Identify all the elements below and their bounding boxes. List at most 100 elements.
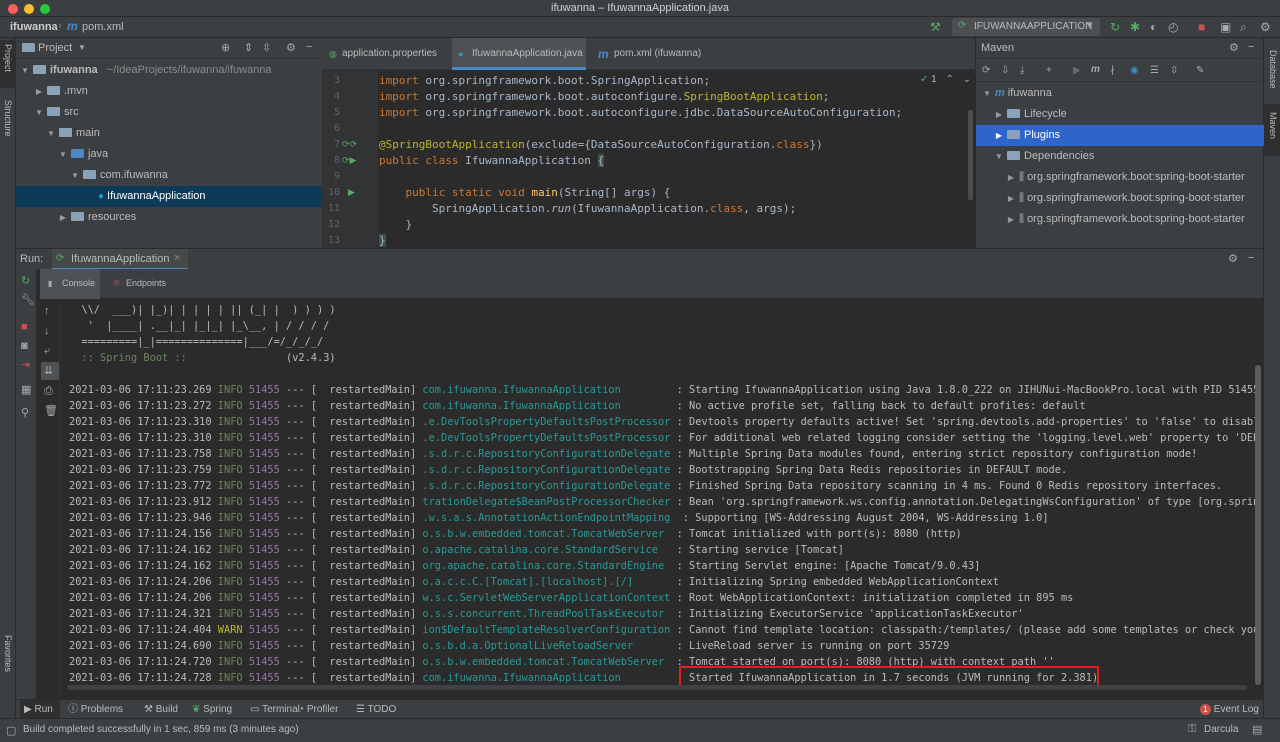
- profile-icon[interactable]: ◴: [1168, 20, 1178, 34]
- reload-icon[interactable]: ⟳: [982, 65, 990, 77]
- chevron-up-icon[interactable]: ⌃: [946, 74, 954, 85]
- maven-item-plugins[interactable]: ▶ Plugins: [976, 125, 1264, 146]
- maven-item-lifecycle[interactable]: ▶ Lifecycle: [976, 104, 1264, 125]
- hide-icon[interactable]: −: [1248, 41, 1254, 53]
- hide-icon[interactable]: −: [306, 41, 312, 53]
- tool-tab-todo[interactable]: ☰ TODO: [356, 700, 396, 719]
- tree-item-resources[interactable]: ▶ resources: [16, 207, 322, 228]
- build-hammer-icon[interactable]: ⚒: [930, 20, 941, 34]
- tool-tab-run[interactable]: ▶ Run: [20, 700, 60, 719]
- print-icon[interactable]: ⎙: [44, 385, 53, 397]
- trash-icon[interactable]: 🗑︎: [44, 405, 58, 417]
- project-panel-title[interactable]: Project: [38, 42, 72, 54]
- show-dependencies-icon[interactable]: ☰: [1150, 65, 1159, 77]
- maven-item-dependency[interactable]: ▶ ⫼ org.springframework.boot:spring-boot-s…: [976, 209, 1264, 230]
- expand-all-icon[interactable]: ⇕: [244, 41, 253, 54]
- pin-icon[interactable]: ⚲: [21, 407, 29, 419]
- maven-item-ifuwanna[interactable]: ▼ m ifuwanna: [976, 83, 1264, 104]
- horizontal-scrollbar[interactable]: [67, 685, 1247, 690]
- arrow-up-icon[interactable]: ↑: [44, 305, 50, 317]
- tool-tab-profiler[interactable]: ◔ Profiler: [298, 700, 339, 719]
- close-icon[interactable]: ×: [174, 252, 180, 264]
- minimize-window-button[interactable]: [24, 4, 34, 14]
- add-icon[interactable]: +: [1046, 65, 1052, 77]
- stop-icon[interactable]: ■: [1198, 20, 1205, 34]
- favorites-tool-button[interactable]: Favorites: [0, 633, 16, 693]
- chevron-down-icon[interactable]: ▼: [78, 43, 86, 52]
- debug-icon[interactable]: ✱: [1130, 20, 1140, 34]
- run-configuration-select[interactable]: ⟳ IFUWANNAAPPLICATION ▼: [952, 18, 1100, 36]
- theme-label[interactable]: Darcula: [1204, 724, 1238, 735]
- tree-item-main[interactable]: ▼ main: [16, 123, 322, 144]
- tool-tab-terminal[interactable]: ▭ Terminal: [250, 700, 300, 719]
- settings-icon[interactable]: ⚙: [1229, 41, 1239, 54]
- project-structure-icon[interactable]: ▣: [1220, 20, 1231, 34]
- inspection-widget[interactable]: ✓ 1 ⌃ ⌄: [920, 74, 971, 85]
- tree-item-ifuwanna[interactable]: ▼ ifuwanna ~/IdeaProjects/ifuwanna/ifuwan…: [16, 60, 322, 81]
- structure-tool-button[interactable]: Structure: [0, 98, 16, 152]
- maven-item-dependencies[interactable]: ▼ Dependencies: [976, 146, 1264, 167]
- coverage-icon[interactable]: ◐: [1150, 20, 1157, 34]
- soft-wrap-icon[interactable]: ⤶: [44, 345, 50, 357]
- exit-icon[interactable]: ⇥: [21, 359, 30, 371]
- tree-item-java[interactable]: ▼ java: [16, 144, 322, 165]
- tab-ifuwanna-application-java[interactable]: ● IfuwannaApplication.java: [452, 38, 586, 70]
- collapse-all-icon[interactable]: ⇳: [262, 41, 271, 54]
- scroll-to-end-button[interactable]: ⇊: [41, 362, 59, 380]
- settings-icon[interactable]: ⚙: [1228, 252, 1238, 265]
- maven-settings-icon[interactable]: ✎: [1196, 65, 1204, 77]
- event-log-button[interactable]: 1 Event Log: [1200, 700, 1259, 719]
- layout-icon[interactable]: ▦: [21, 384, 31, 396]
- library-icon: ⫼: [1019, 192, 1025, 204]
- tree-item-mvn[interactable]: ▶ .mvn: [16, 81, 322, 102]
- console-output[interactable]: \\/ ___)| |_)| | | | | || (_| | ) ) ) ) …: [62, 299, 1255, 691]
- spring-bean-gutter-icon[interactable]: ⟳⟳: [342, 139, 357, 150]
- settings-icon[interactable]: ⚙: [1260, 20, 1271, 34]
- stop-icon[interactable]: ■: [21, 321, 28, 333]
- memory-indicator-icon[interactable]: ▤: [1252, 723, 1262, 736]
- rerun-icon[interactable]: ↻: [1110, 20, 1120, 34]
- close-window-button[interactable]: [8, 4, 18, 14]
- tab-console[interactable]: ▮ Console: [40, 269, 100, 299]
- database-tool-button[interactable]: Database: [1264, 46, 1280, 102]
- status-panel-icon[interactable]: ▢: [6, 724, 16, 737]
- run-gutter-icon[interactable]: ▶: [348, 187, 355, 198]
- tab-endpoints[interactable]: ⚛ Endpoints: [108, 269, 178, 299]
- breadcrumb-file[interactable]: pom.xml: [82, 21, 124, 33]
- tool-tab-spring[interactable]: ❦ Spring: [192, 700, 232, 719]
- tree-item-ifuwanna-application[interactable]: ● IfuwannaApplication: [16, 186, 322, 207]
- maven-tool-button[interactable]: Maven: [1264, 104, 1280, 156]
- download-icon[interactable]: ⤓: [1020, 65, 1024, 77]
- rerun-icon[interactable]: ↻: [21, 275, 30, 287]
- toggle-offline-icon[interactable]: ∤: [1110, 65, 1115, 77]
- tree-item-com-ifuwanna[interactable]: ▼ com.ifuwanna: [16, 165, 322, 186]
- locate-icon[interactable]: ⊕: [221, 41, 230, 54]
- collapse-all-icon[interactable]: ⇳: [1170, 65, 1178, 77]
- maven-item-dependency[interactable]: ▶ ⫼ org.springframework.boot:spring-boot-s…: [976, 188, 1264, 209]
- editor-scrollbar[interactable]: [968, 110, 973, 200]
- chevron-down-icon[interactable]: ⌄: [963, 74, 971, 85]
- tree-item-src[interactable]: ▼ src: [16, 102, 322, 123]
- generate-sources-icon[interactable]: ⇩: [1001, 65, 1009, 77]
- search-everywhere-icon[interactable]: ⌕: [1240, 20, 1247, 35]
- arrow-down-icon[interactable]: ↓: [44, 325, 50, 337]
- maven-item-dependency[interactable]: ▶ ⫼ org.springframework.boot:spring-boot-s…: [976, 167, 1264, 188]
- run-gutter-icon[interactable]: ⟳▶: [342, 155, 356, 166]
- console-scrollbar[interactable]: [1255, 365, 1261, 685]
- tool-tab-problems[interactable]: ⓘ Problems: [68, 700, 123, 719]
- breadcrumb-project[interactable]: ifuwanna: [10, 21, 58, 33]
- lock-icon[interactable]: ⚿: [1188, 723, 1196, 736]
- camera-icon[interactable]: ◙: [21, 340, 28, 352]
- run-tab[interactable]: ⟳ IfuwannaApplication ×: [52, 249, 188, 270]
- skip-tests-icon[interactable]: ◉: [1130, 65, 1139, 77]
- run-icon[interactable]: ▶: [1073, 65, 1081, 77]
- settings-icon[interactable]: ⚙: [286, 41, 296, 54]
- wrench-icon[interactable]: 🔧︎: [21, 294, 35, 306]
- project-tool-button[interactable]: Project: [0, 40, 16, 88]
- execute-goal-icon[interactable]: m: [1091, 64, 1100, 76]
- tool-tab-build[interactable]: ⚒ Build: [144, 700, 178, 719]
- zoom-window-button[interactable]: [40, 4, 50, 14]
- tab-pom-xml[interactable]: m pom.xml (ifuwanna): [594, 38, 724, 70]
- hide-icon[interactable]: −: [1248, 252, 1254, 264]
- tab-application-properties[interactable]: ◍ application.properties: [322, 38, 444, 70]
